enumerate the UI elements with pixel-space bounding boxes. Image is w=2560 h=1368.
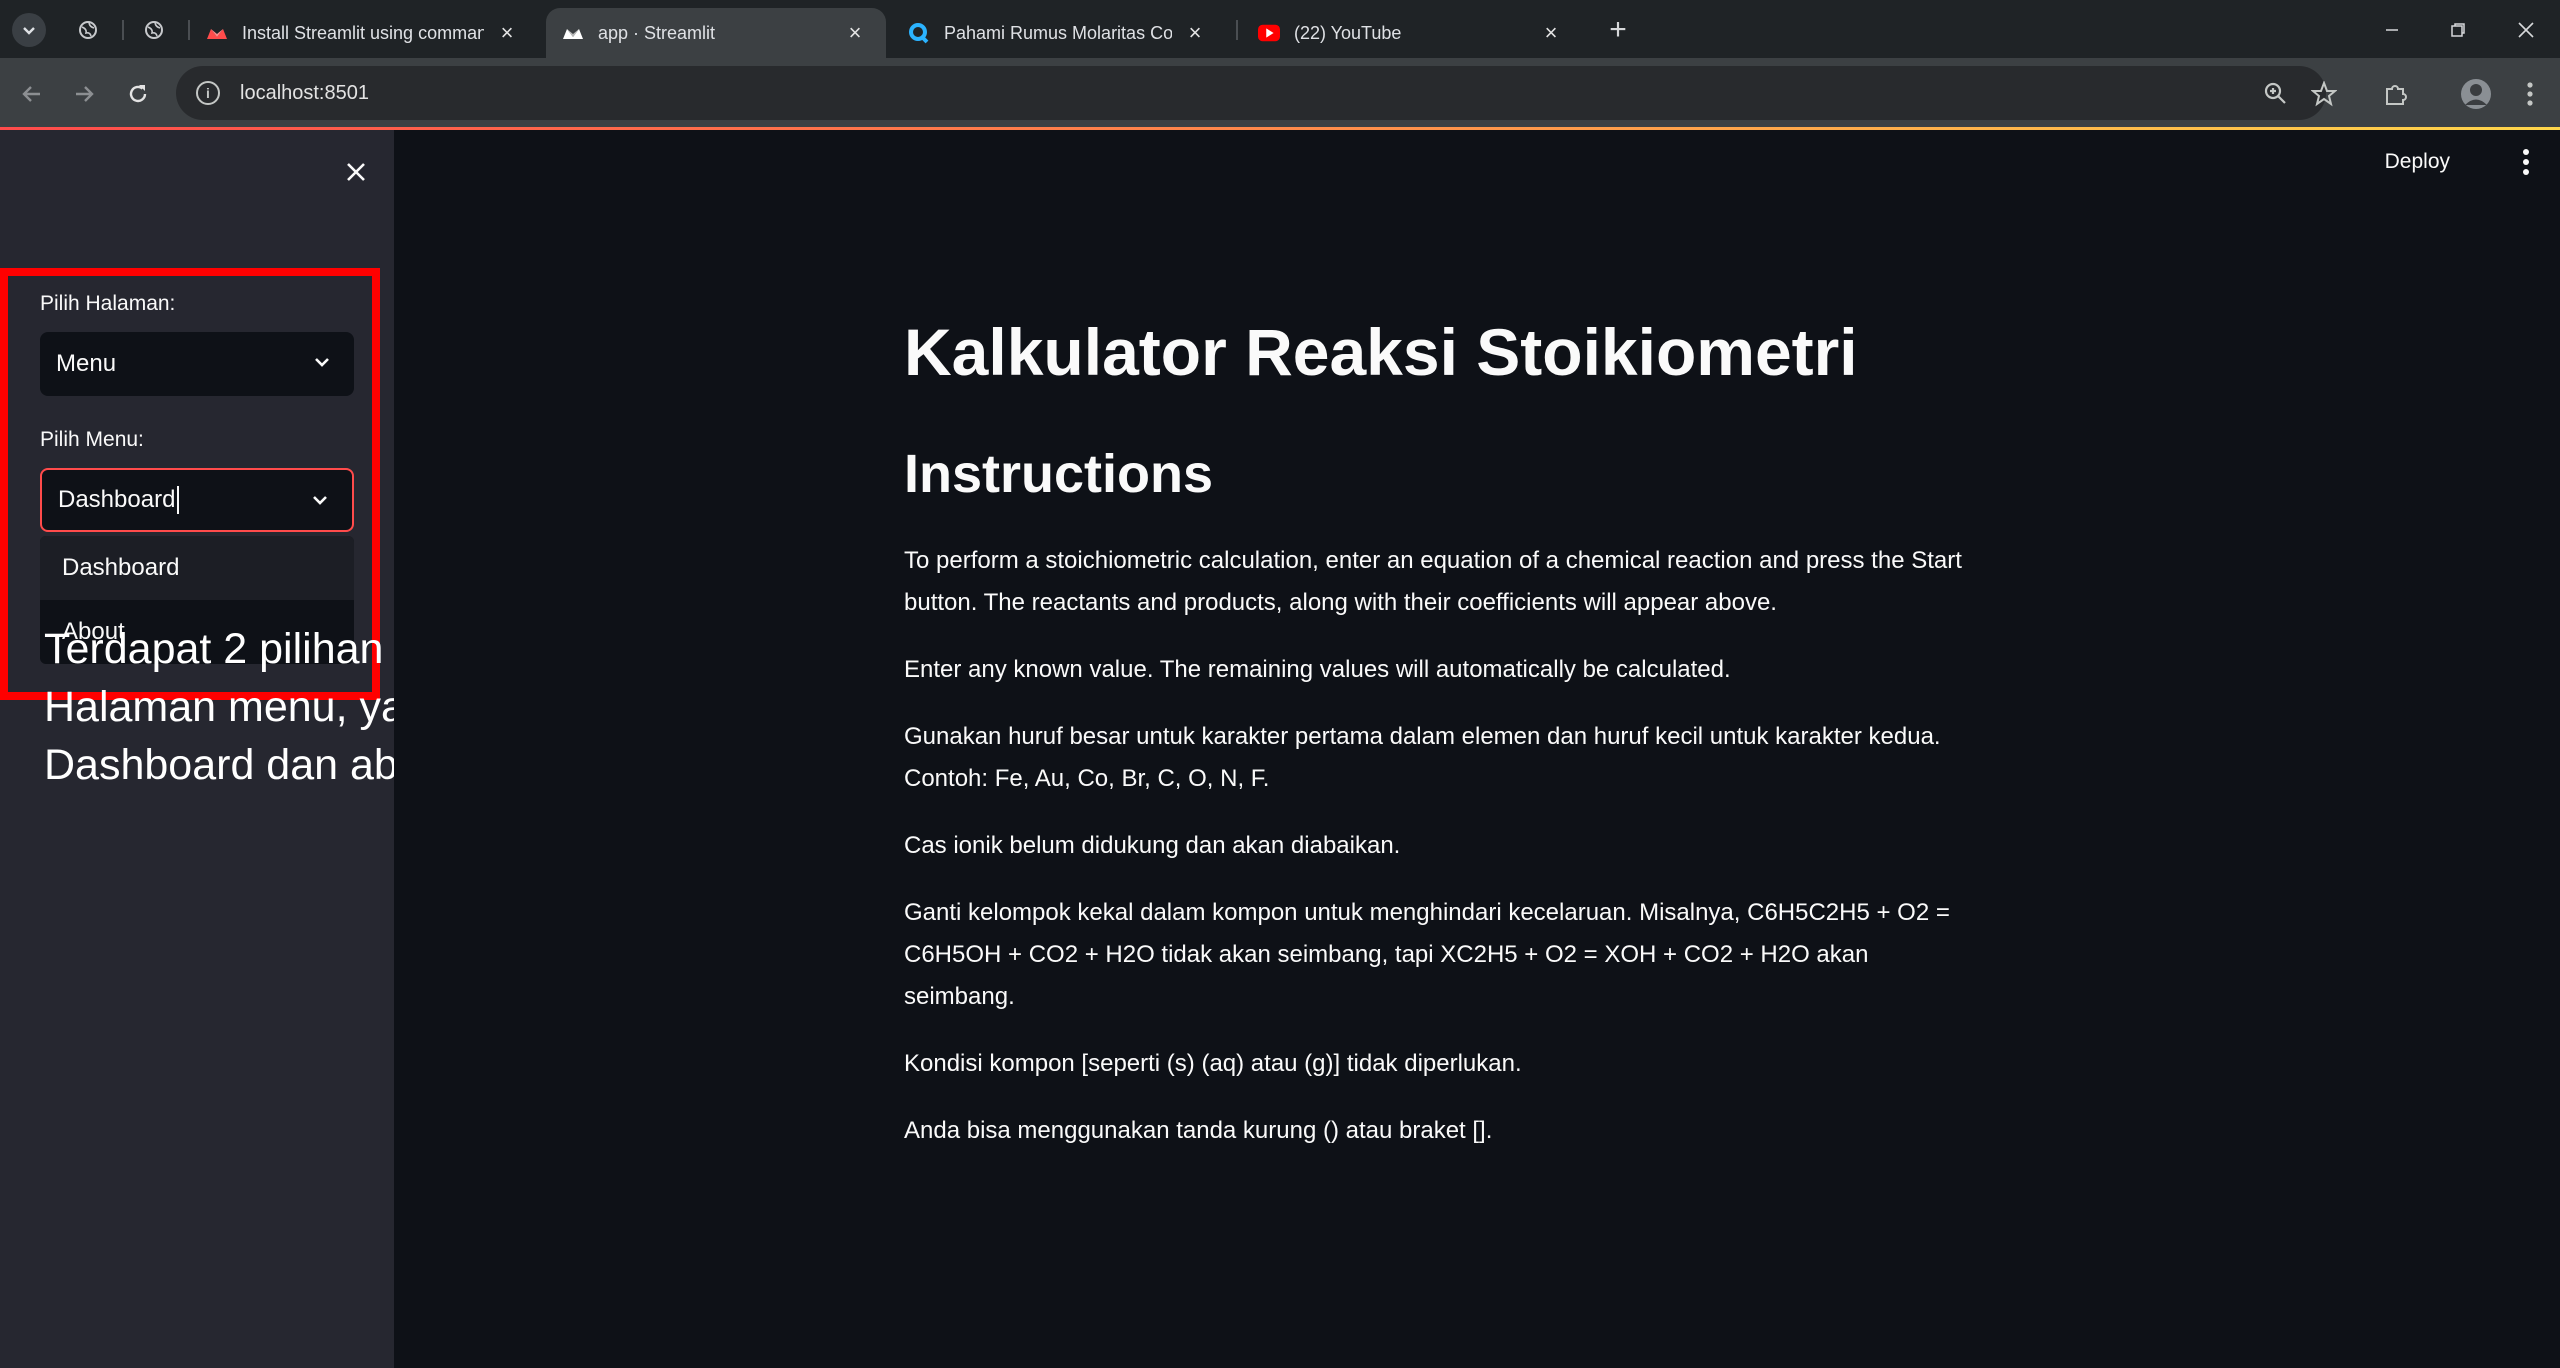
section-heading: Instructions — [904, 443, 1214, 504]
instruction-paragraph: Enter any known value. The remaining val… — [904, 655, 1731, 683]
tab-install-streamlit[interactable]: Install Streamlit using comman × — [190, 8, 538, 58]
close-icon — [347, 163, 365, 181]
avatar-icon — [2461, 79, 2491, 109]
instruction-paragraph: Anda bisa menggunakan tanda kurung () at… — [904, 1116, 1493, 1144]
globe-icon — [145, 21, 163, 39]
arrow-right-icon — [76, 86, 94, 102]
profile-avatar[interactable] — [2456, 74, 2496, 114]
back-button[interactable] — [12, 74, 52, 114]
browser-tab-bar: Install Streamlit using comman × app · S… — [0, 0, 2560, 58]
page-title: Kalkulator Reaksi Stoikiometri — [904, 315, 1858, 389]
sidebar-close-button[interactable] — [338, 154, 374, 190]
reload-button[interactable] — [118, 74, 158, 114]
chevron-down-icon — [23, 27, 35, 35]
address-bar[interactable]: i localhost:8501 — [176, 66, 2326, 120]
minimize-button[interactable] — [2372, 10, 2412, 50]
new-tab-button[interactable]: + — [1598, 10, 1638, 50]
instruction-paragraph: To perform a stoichiometric calculation,… — [904, 546, 1962, 616]
quipper-icon — [908, 22, 930, 44]
tab-title: Pahami Rumus Molaritas Conto — [944, 22, 1172, 43]
content-block: Kalkulator Reaksi Stoikiometri Instructi… — [904, 316, 1974, 1177]
puzzle-icon — [2386, 85, 2407, 105]
streamlit-icon — [562, 22, 584, 44]
browser-menu-button[interactable] — [2510, 74, 2550, 114]
browser-toolbar: i localhost:8501 — [0, 58, 2560, 128]
streamlit-icon — [206, 22, 228, 44]
tab-youtube[interactable]: (22) YouTube × — [1242, 8, 1582, 58]
window-close-button[interactable] — [2506, 10, 2546, 50]
kebab-menu-icon — [2527, 82, 2533, 106]
zoom-icon — [2264, 82, 2286, 104]
close-tab-icon[interactable]: × — [1182, 20, 1208, 46]
tab-app-streamlit[interactable]: app · Streamlit × — [546, 8, 886, 58]
main-menu-icon[interactable] — [2514, 144, 2538, 180]
restore-icon — [2451, 23, 2465, 37]
tab-separator — [122, 20, 124, 40]
instruction-paragraph: Kondisi kompon [seperti (s) (aq) atau (g… — [904, 1049, 1522, 1077]
instruction-paragraph: Cas ionik belum didukung dan akan diabai… — [904, 831, 1401, 859]
minimize-icon — [2386, 29, 2398, 31]
reload-icon — [129, 85, 147, 103]
star-icon — [2311, 81, 2337, 107]
close-tab-icon[interactable]: × — [494, 20, 520, 46]
tab-molaritas[interactable]: Pahami Rumus Molaritas Conto × — [892, 8, 1226, 58]
site-info-icon[interactable]: i — [196, 81, 220, 105]
main-content: Deploy Kalkulator Reaksi Stoikiometri In… — [394, 130, 2560, 1368]
tab-title: app · Streamlit — [598, 22, 716, 43]
bookmark-button[interactable] — [2304, 74, 2344, 114]
instruction-paragraph: Gunakan huruf besar untuk karakter perta… — [904, 722, 1941, 792]
close-tab-icon[interactable]: × — [842, 20, 868, 46]
arrow-left-icon — [22, 86, 40, 102]
close-tab-icon[interactable]: × — [1538, 20, 1564, 46]
pinned-tab-1[interactable] — [70, 12, 106, 48]
zoom-button[interactable] — [2256, 74, 2296, 114]
url-text: localhost:8501 — [240, 81, 369, 104]
pinned-tab-2[interactable] — [136, 12, 172, 48]
instruction-paragraph: Ganti kelompok kekal dalam kompon untuk … — [904, 898, 1950, 1010]
tab-search-button[interactable] — [12, 13, 46, 47]
forward-button[interactable] — [64, 74, 104, 114]
tab-separator — [1236, 20, 1238, 40]
youtube-icon — [1258, 22, 1280, 44]
restore-button[interactable] — [2438, 10, 2478, 50]
tab-title: (22) YouTube — [1294, 22, 1402, 43]
extensions-button[interactable] — [2376, 74, 2416, 114]
close-icon — [2518, 22, 2534, 38]
tab-title: Install Streamlit using comman — [242, 22, 484, 43]
globe-icon — [79, 21, 97, 39]
deploy-button[interactable]: Deploy — [2385, 150, 2450, 174]
